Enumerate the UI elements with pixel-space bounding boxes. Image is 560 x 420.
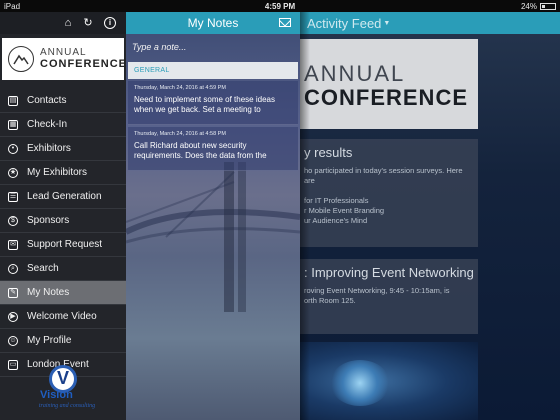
battery-status: 24% bbox=[521, 2, 556, 11]
sidebar-item-label: Search bbox=[27, 263, 59, 274]
note-text: Need to implement some of these ideas wh… bbox=[134, 95, 275, 114]
card-line: ho participated in today's session surve… bbox=[304, 166, 463, 185]
sidebar-item-label: Lead Generation bbox=[27, 191, 102, 202]
lead-icon: ☰ bbox=[8, 191, 18, 202]
note-item[interactable]: Thursday, March 24, 2016 at 4:59 PM Need… bbox=[128, 81, 298, 125]
contacts-icon: ▤ bbox=[8, 95, 18, 106]
sidebar-toolbar: ⌂ ↻ i bbox=[0, 12, 126, 34]
checkin-icon: ▦ bbox=[8, 119, 18, 130]
home-icon[interactable]: ⌂ bbox=[62, 17, 74, 29]
info-icon[interactable]: i bbox=[104, 17, 116, 29]
vision-logo: Vision training and consulting bbox=[34, 365, 95, 420]
support-icon: ✉ bbox=[8, 239, 18, 250]
sidebar-item-my-notes[interactable]: ✎ My Notes bbox=[0, 281, 126, 305]
search-icon: ⌕ bbox=[8, 263, 18, 274]
feed-banner: ANNUAL CONFERENCE bbox=[300, 39, 478, 129]
sidebar-item-my-profile[interactable]: ☺ My Profile bbox=[0, 329, 126, 353]
event-icon: ▭ bbox=[8, 359, 18, 370]
sidebar-item-exhibitors[interactable]: • Exhibitors bbox=[0, 137, 126, 161]
sidebar: ⌂ ↻ i ANNUAL CONFERENCE ▤ Contacts ▦ Che… bbox=[0, 12, 126, 420]
feed-header[interactable]: Activity Feed ▼ bbox=[300, 12, 560, 34]
notes-icon: ✎ bbox=[8, 287, 18, 298]
vision-tagline: training and consulting bbox=[38, 403, 96, 409]
card-line: ur Audience's Mind bbox=[304, 216, 368, 225]
battery-icon bbox=[540, 2, 556, 10]
note-date: Thursday, March 24, 2016 at 4:59 PM bbox=[134, 85, 226, 91]
dropdown-caret-icon: ▼ bbox=[383, 19, 391, 27]
notes-panel: My Notes GENERAL Thursday, March 24, 201… bbox=[126, 12, 300, 420]
sidebar-item-support-request[interactable]: ✉ Support Request bbox=[0, 233, 126, 257]
logo-line1: ANNUAL bbox=[40, 47, 87, 58]
refresh-icon[interactable]: ↻ bbox=[82, 17, 94, 29]
sidebar-menu: ▤ Contacts ▦ Check-In • Exhibitors ★ My … bbox=[0, 89, 126, 377]
sidebar-item-label: My Notes bbox=[27, 287, 70, 298]
sidebar-item-label: My Profile bbox=[27, 335, 72, 346]
new-note-input[interactable] bbox=[126, 37, 300, 57]
sidebar-item-check-in[interactable]: ▦ Check-In bbox=[0, 113, 126, 137]
card-line: for IT Professionals bbox=[304, 196, 369, 205]
card-line: orth Room 125. bbox=[304, 296, 356, 305]
feed-card-session[interactable]: : Improving Event Networking roving Even… bbox=[300, 259, 478, 334]
clock: 4:59 PM bbox=[264, 1, 296, 11]
conference-logo: ANNUAL CONFERENCE bbox=[2, 38, 128, 80]
status-bar: iPad 4:59 PM 24% bbox=[0, 0, 560, 12]
sidebar-item-welcome-video[interactable]: ▶ Welcome Video bbox=[0, 305, 126, 329]
sidebar-item-label: Welcome Video bbox=[27, 311, 97, 322]
card-title: y results bbox=[304, 145, 353, 160]
battery-percent: 24% bbox=[520, 1, 537, 11]
category-header: GENERAL bbox=[128, 62, 298, 79]
sidebar-item-lead-generation[interactable]: ☰ Lead Generation bbox=[0, 185, 126, 209]
notes-title: My Notes bbox=[187, 16, 239, 30]
note-item[interactable]: Thursday, March 24, 2016 at 4:58 PM Call… bbox=[128, 127, 298, 171]
notes-header: My Notes bbox=[126, 12, 300, 34]
exhibitors-icon: • bbox=[8, 143, 18, 154]
card-line: roving Event Networking, 9:45 - 10:15am,… bbox=[304, 286, 450, 295]
note-date: Thursday, March 24, 2016 at 4:58 PM bbox=[134, 131, 226, 137]
star-icon: ★ bbox=[8, 167, 18, 178]
sidebar-item-label: Check-In bbox=[27, 119, 68, 130]
feed-title: Activity Feed bbox=[307, 15, 382, 31]
sidebar-item-sponsors[interactable]: $ Sponsors bbox=[0, 209, 126, 233]
sidebar-item-label: Contacts bbox=[27, 95, 67, 106]
video-icon: ▶ bbox=[8, 311, 18, 322]
feed-card-survey[interactable]: y results ho participated in today's ses… bbox=[300, 139, 478, 247]
sponsors-icon: $ bbox=[8, 215, 18, 226]
bridge-background-image bbox=[126, 162, 300, 312]
card-line: r Mobile Event Branding bbox=[304, 206, 385, 215]
card-line bbox=[304, 186, 474, 196]
sidebar-item-label: Sponsors bbox=[27, 215, 70, 226]
sidebar-item-contacts[interactable]: ▤ Contacts bbox=[0, 89, 126, 113]
mail-icon[interactable] bbox=[279, 18, 291, 27]
globe-image bbox=[330, 360, 390, 406]
vision-name: Vision bbox=[40, 389, 73, 401]
mountain-logo-icon bbox=[8, 46, 34, 72]
panel-shadow bbox=[300, 12, 310, 420]
sidebar-item-label: Exhibitors bbox=[27, 143, 71, 154]
banner-line1: ANNUAL bbox=[304, 61, 406, 86]
sidebar-item-my-exhibitors[interactable]: ★ My Exhibitors bbox=[0, 161, 126, 185]
logo-line2: CONFERENCE bbox=[40, 58, 128, 70]
banner-line2: CONFERENCE bbox=[304, 85, 469, 110]
note-text: Call Richard about new security requirem… bbox=[134, 141, 267, 160]
profile-icon: ☺ bbox=[8, 335, 18, 346]
sidebar-item-search[interactable]: ⌕ Search bbox=[0, 257, 126, 281]
feed-photo[interactable] bbox=[300, 342, 478, 420]
sidebar-item-label: Support Request bbox=[27, 239, 103, 250]
card-title: : Improving Event Networking bbox=[304, 265, 474, 280]
sidebar-item-label: My Exhibitors bbox=[27, 167, 88, 178]
